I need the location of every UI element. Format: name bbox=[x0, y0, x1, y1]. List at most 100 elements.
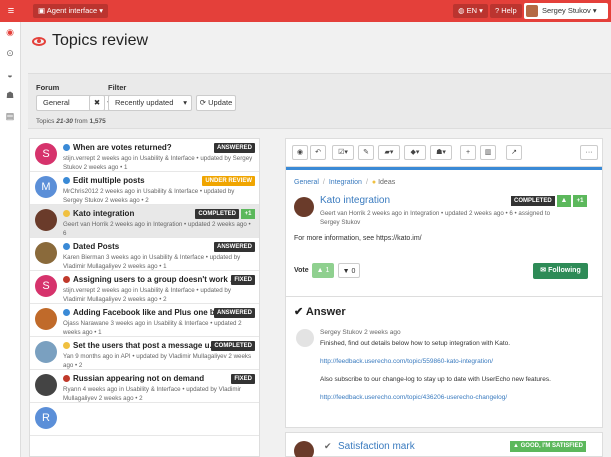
filter-select[interactable]: Recently updated ▾ bbox=[108, 95, 192, 111]
help-button[interactable]: ? Help bbox=[490, 4, 522, 18]
idea-icon bbox=[63, 342, 70, 349]
idea-icon: ● bbox=[371, 179, 377, 186]
avatar: S bbox=[35, 143, 57, 165]
avatar bbox=[294, 441, 314, 457]
filter-bar: Forum General▾ ✖ Filter Recently updated… bbox=[28, 73, 611, 129]
avatar bbox=[296, 329, 314, 347]
answer-header: ✔ Answer bbox=[294, 306, 346, 318]
language-dropdown[interactable]: ◍ EN ▾ bbox=[453, 4, 488, 18]
topic-list: S When are votes returned? stijn.verrept… bbox=[29, 138, 260, 457]
topic-toolbar: ◉ ↶ ☑▾ ✎ ▰▾ ◆▾ ☗▾ + ▥ ↗ ··· bbox=[286, 139, 602, 167]
status-badge: COMPLETED bbox=[195, 209, 239, 219]
answer-link[interactable]: http://feedback.userecho.com/topic/55986… bbox=[320, 358, 493, 365]
list-item[interactable]: Russian appearing not on demand Ryann 4 … bbox=[30, 370, 259, 403]
thumbs-down-icon: ▼ bbox=[342, 268, 350, 275]
question-icon bbox=[63, 243, 70, 250]
trash-icon[interactable]: ▥ bbox=[480, 145, 496, 160]
avatar bbox=[294, 197, 314, 217]
clear-forum-button[interactable]: ✖ bbox=[89, 95, 105, 111]
vote-count: +1 bbox=[241, 209, 255, 219]
list-item[interactable]: S When are votes returned? stijn.verrept… bbox=[30, 139, 259, 172]
edit-icon[interactable]: ✎ bbox=[358, 145, 374, 160]
agent-interface-dropdown[interactable]: ▣ Agent interface ▾ bbox=[33, 4, 109, 18]
check-circle-icon: ✔ bbox=[324, 441, 332, 451]
avatar: R bbox=[35, 407, 57, 429]
chat-icon[interactable]: ◒ bbox=[0, 64, 20, 85]
avatar bbox=[35, 341, 57, 363]
answer-text: Finished, find out details below how to … bbox=[320, 340, 511, 347]
list-item[interactable]: Adding Facebook like and Plus one b... O… bbox=[30, 304, 259, 337]
more-icon[interactable]: ··· bbox=[580, 145, 598, 160]
answer-text: Also subscribe to our change-log to stay… bbox=[320, 376, 551, 383]
status-badge: ANSWERED bbox=[213, 308, 255, 318]
dashboard-icon[interactable]: ⊙ bbox=[0, 43, 20, 64]
avatar bbox=[35, 374, 57, 396]
forum-label: Forum bbox=[36, 83, 60, 92]
question-icon bbox=[63, 144, 70, 151]
menu-icon[interactable]: ≡ bbox=[0, 0, 22, 22]
caret-down-icon: ▾ bbox=[183, 98, 187, 107]
status-badge: ANSWERED bbox=[213, 242, 255, 252]
answer-author: Sergey Stukov 2 weeks ago bbox=[320, 329, 401, 336]
top-bar: ≡ ▣ Agent interface ▾ ◍ EN ▾ ? Help Serg… bbox=[0, 0, 611, 22]
avatar: M bbox=[35, 176, 57, 198]
avatar bbox=[35, 242, 57, 264]
list-item[interactable]: R bbox=[30, 403, 259, 436]
close-icon: ✖ bbox=[93, 98, 101, 107]
list-item[interactable]: Set the users that post a message u... Y… bbox=[30, 337, 259, 370]
page-title: Topics review bbox=[32, 32, 148, 50]
refresh-icon: ⟳ bbox=[199, 98, 209, 107]
following-button[interactable]: ✉ Following bbox=[533, 263, 588, 279]
check-dropdown-icon[interactable]: ☑▾ bbox=[332, 145, 354, 160]
thumbs-up-icon[interactable]: ▲ bbox=[557, 195, 571, 207]
vote-up-button[interactable]: ▲ 1 bbox=[312, 263, 334, 278]
user-dropdown-icon[interactable]: ☗▾ bbox=[430, 145, 452, 160]
topic-body: For more information, see https://kato.i… bbox=[294, 235, 422, 242]
users-icon[interactable]: ☗ bbox=[0, 85, 20, 106]
avatar bbox=[35, 209, 57, 231]
status-strip bbox=[286, 167, 602, 170]
topics-range: Topics 21-30 from 1,575 bbox=[36, 118, 106, 125]
user-menu[interactable]: Sergey Stukov ▾ bbox=[524, 3, 608, 19]
eye-icon[interactable]: ◉ bbox=[0, 22, 20, 43]
vote-down-button[interactable]: ▼ 0 bbox=[338, 263, 360, 278]
bug-icon bbox=[63, 375, 70, 382]
topic-title[interactable]: Kato integration bbox=[320, 195, 390, 206]
list-item[interactable]: Dated Posts Karen Bierman 3 weeks ago in… bbox=[30, 238, 259, 271]
status-badge: ANSWERED bbox=[213, 143, 255, 153]
vote-label: Vote bbox=[294, 267, 309, 274]
reply-icon[interactable]: ↶ bbox=[310, 145, 326, 160]
external-icon[interactable]: ↗ bbox=[506, 145, 522, 160]
list-item[interactable]: M Edit multiple posts MrChris2012 2 week… bbox=[30, 172, 259, 205]
satisfaction-panel: ✔ Satisfaction mark ▲ GOOD, I'M SATISFIE… bbox=[285, 432, 603, 457]
satisfaction-badge: ▲ GOOD, I'M SATISFIED bbox=[510, 441, 586, 452]
status-badge: COMPLETED bbox=[211, 341, 255, 351]
status-badge: COMPLETED bbox=[511, 196, 555, 206]
tag-dropdown-icon[interactable]: ◆▾ bbox=[404, 145, 426, 160]
filter-label: Filter bbox=[108, 83, 127, 92]
thumbs-up-icon: ▲ bbox=[513, 443, 521, 449]
avatar bbox=[526, 5, 538, 17]
vote-count: +1 bbox=[573, 195, 587, 207]
envelope-icon: ✉ bbox=[540, 267, 549, 274]
sidebar: ◉ ⊙ ◒ ☗ ▤ bbox=[0, 22, 21, 457]
topic-meta: Geert van Horrik 2 weeks ago in Integrat… bbox=[320, 210, 551, 226]
eye-icon[interactable]: ◉ bbox=[292, 145, 308, 160]
avatar bbox=[35, 308, 57, 330]
thumbs-up-icon: ▲ bbox=[316, 267, 324, 274]
eye-icon bbox=[32, 36, 46, 46]
plus-icon[interactable]: + bbox=[460, 145, 476, 160]
list-item[interactable]: Kato integration Geert van Horrik 2 week… bbox=[30, 205, 259, 238]
answer-link[interactable]: http://feedback.userecho.com/topic/43620… bbox=[320, 394, 507, 401]
update-button[interactable]: ⟳ Update bbox=[196, 95, 236, 111]
status-badge: FIXED bbox=[231, 374, 255, 384]
folder-dropdown-icon[interactable]: ▰▾ bbox=[378, 145, 400, 160]
stats-icon[interactable]: ▤ bbox=[0, 106, 20, 127]
status-badge: UNDER REVIEW bbox=[202, 176, 255, 186]
breadcrumb: General / Integration / ● Ideas bbox=[294, 179, 396, 186]
status-badge: FIXED bbox=[231, 275, 255, 285]
satisfaction-title: Satisfaction mark bbox=[338, 441, 415, 452]
topic-detail: ◉ ↶ ☑▾ ✎ ▰▾ ◆▾ ☗▾ + ▥ ↗ ··· General / Int… bbox=[285, 138, 603, 428]
list-item[interactable]: S Assigning users to a group doesn't wor… bbox=[30, 271, 259, 304]
globe-icon: ◍ bbox=[458, 6, 467, 15]
